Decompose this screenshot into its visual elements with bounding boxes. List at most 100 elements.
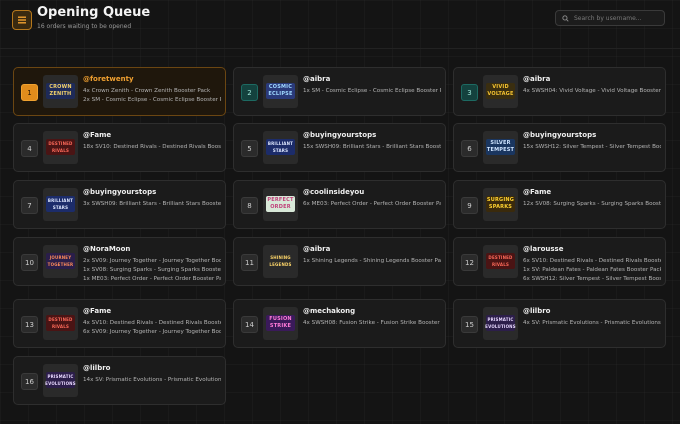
order-line-item: 3x SWSH09: Brilliant Stars - Brilliant S… — [83, 201, 221, 207]
pack-logo-text: DESTINED RIVALS — [488, 255, 513, 267]
queue-card[interactable]: 8 PERFECT ORDER @coolinsideyou 6x ME03: Per… — [233, 180, 446, 229]
queue-card[interactable]: 16 PRISMATIC EVOLUTIONS @lilbro 14x SV: Pri… — [13, 356, 226, 405]
booster-pack-image: DESTINED RIVALS — [43, 131, 78, 164]
queue-card[interactable]: 5 BRILLIANT STARS @buyingyourstops 15x SWSH… — [233, 123, 446, 172]
order-line-item: 6x SV09: Journey Together - Journey Toge… — [83, 329, 221, 335]
page-header: Opening Queue 16 orders waiting to be op… — [0, 0, 680, 40]
queue-card[interactable]: 1 CROWN ZENITH @foretwenty 4x Crown Zenith … — [13, 67, 226, 116]
pack-logo-text: DESTINED RIVALS — [48, 141, 73, 153]
pack-logo-text: JOURNEY TOGETHER — [47, 255, 74, 267]
order-line-item: 1x ME03: Perfect Order - Perfect Order B… — [83, 276, 221, 282]
order-username: @Fame — [523, 188, 552, 196]
order-username: @buyingyourstops — [303, 131, 377, 139]
queue-position-badge: 7 — [21, 197, 38, 214]
pack-logo-text: COSMIC ECLIPSE — [268, 84, 293, 97]
order-username: @NoraMoon — [83, 245, 131, 253]
booster-pack-image: BRILLIANT STARS — [43, 188, 78, 221]
order-line-item: 1x Shining Legends - Shining Legends Boo… — [303, 258, 441, 264]
queue-card[interactable]: 4 DESTINED RIVALS @Fame 18x SV10: Destined … — [13, 123, 226, 172]
queue-card[interactable]: 11 SHINING LEGENDS @aibra 1x Shining Legend… — [233, 237, 446, 286]
queue-card[interactable]: 14 FUSION STRIKE @mechakong 4x SWSH08: Fusi… — [233, 299, 446, 348]
booster-pack-image: VIVID VOLTAGE — [483, 75, 518, 108]
pack-logo-text: PERFECT ORDER — [267, 197, 294, 210]
booster-pack-image: COSMIC ECLIPSE — [263, 75, 298, 108]
order-line-item: 6x ME03: Perfect Order - Perfect Order B… — [303, 201, 441, 207]
order-line-item: 2x SM - Cosmic Eclipse - Cosmic Eclipse … — [83, 97, 221, 103]
queue-position-badge: 4 — [21, 140, 38, 157]
queue-card[interactable]: 7 BRILLIANT STARS @buyingyourstops 3x SWSH0… — [13, 180, 226, 229]
queue-card[interactable]: 12 DESTINED RIVALS @larousse 6x SV10: Desti… — [453, 237, 666, 286]
queue-position-badge: 10 — [21, 254, 38, 271]
pack-logo-text: SILVER TEMPEST — [486, 140, 515, 153]
queue-card[interactable]: 10 JOURNEY TOGETHER @NoraMoon 2x SV09: Jour… — [13, 237, 226, 286]
header-divider — [0, 48, 680, 49]
order-line-item: 6x SV10: Destined Rivals - Destined Riva… — [523, 258, 661, 264]
order-username: @larousse — [523, 245, 564, 253]
booster-pack-image: PRISMATIC EVOLUTIONS — [483, 307, 518, 340]
booster-pack-image: CROWN ZENITH — [43, 75, 78, 108]
order-username: @foretwenty — [83, 75, 134, 83]
order-username: @buyingyourstops — [83, 188, 157, 196]
pack-logo-text: SURGING SPARKS — [486, 197, 515, 210]
queue-position-badge: 11 — [241, 254, 258, 271]
queue-position-badge: 6 — [461, 140, 478, 157]
order-line-item: 2x SV09: Journey Together - Journey Toge… — [83, 258, 221, 264]
order-username: @coolinsideyou — [303, 188, 365, 196]
order-line-item: 4x SV10: Destined Rivals - Destined Riva… — [83, 320, 221, 326]
pack-logo-text: PRISMATIC EVOLUTIONS — [45, 374, 76, 386]
order-line-item: 4x SWSH08: Fusion Strike - Fusion Strike… — [303, 320, 441, 326]
queue-position-badge: 8 — [241, 197, 258, 214]
order-username: @lilbro — [523, 307, 551, 315]
pack-logo-text: BRILLIANT STARS — [267, 141, 294, 153]
order-line-item: 4x Crown Zenith - Crown Zenith Booster P… — [83, 88, 211, 94]
booster-pack-image: SHINING LEGENDS — [263, 245, 298, 278]
queue-position-badge: 14 — [241, 316, 258, 333]
booster-pack-image: JOURNEY TOGETHER — [43, 245, 78, 278]
queue-position-badge: 1 — [21, 84, 38, 101]
order-username: @aibra — [523, 75, 551, 83]
queue-card[interactable]: 3 VIVID VOLTAGE @aibra 4x SWSH04: Vivid Vol… — [453, 67, 666, 116]
queue-card[interactable]: 2 COSMIC ECLIPSE @aibra 1x SM - Cosmic Ecli… — [233, 67, 446, 116]
pack-logo-text: VIVID VOLTAGE — [487, 84, 514, 97]
queue-card[interactable]: 6 SILVER TEMPEST @buyingyourstops 15x SWSH1… — [453, 123, 666, 172]
queue-card[interactable]: 9 SURGING SPARKS @Fame 12x SV08: Surging Sp… — [453, 180, 666, 229]
order-username: @Fame — [83, 131, 112, 139]
booster-pack-image: SILVER TEMPEST — [483, 131, 518, 164]
search-box[interactable] — [555, 10, 665, 26]
queue-position-badge: 16 — [21, 373, 38, 390]
queue-position-badge: 3 — [461, 84, 478, 101]
page-title: Opening Queue — [37, 5, 151, 20]
queue-position-badge: 12 — [461, 254, 478, 271]
order-username: @lilbro — [83, 364, 111, 372]
search-input[interactable] — [574, 14, 664, 22]
order-line-item: 1x SV08: Surging Sparks - Surging Sparks… — [83, 267, 221, 273]
pack-logo-text: PRISMATIC EVOLUTIONS — [485, 317, 516, 329]
page-subtitle: 16 orders waiting to be opened — [37, 23, 132, 30]
order-username: @buyingyourstops — [523, 131, 597, 139]
order-line-item: 15x SWSH09: Brilliant Stars - Brilliant … — [303, 144, 441, 150]
queue-card[interactable]: 15 PRISMATIC EVOLUTIONS @lilbro 4x SV: Pris… — [453, 299, 666, 348]
pack-logo-text: BRILLIANT STARS — [47, 198, 74, 210]
queue-card[interactable]: 13 DESTINED RIVALS @Fame 4x SV10: Destined … — [13, 299, 226, 348]
order-username: @aibra — [303, 75, 331, 83]
queue-position-badge: 15 — [461, 316, 478, 333]
queue-position-badge: 9 — [461, 197, 478, 214]
order-username: @Fame — [83, 307, 112, 315]
order-username: @mechakong — [303, 307, 356, 315]
queue-position-badge: 13 — [21, 316, 38, 333]
order-line-item: 18x SV10: Destined Rivals - Destined Riv… — [83, 144, 221, 150]
order-line-item: 1x SM - Cosmic Eclipse - Cosmic Eclipse … — [303, 88, 441, 94]
queue-position-badge: 2 — [241, 84, 258, 101]
pack-logo-text: DESTINED RIVALS — [48, 317, 73, 329]
order-line-item: 6x SWSH12: Silver Tempest - Silver Tempe… — [523, 276, 661, 282]
queue-position-badge: 5 — [241, 140, 258, 157]
booster-pack-image: FUSION STRIKE — [263, 307, 298, 340]
order-line-item: 12x SV08: Surging Sparks - Surging Spark… — [523, 201, 661, 207]
pack-logo-text: SHINING LEGENDS — [269, 255, 292, 267]
order-line-item: 14x SV: Prismatic Evolutions - Prismatic… — [83, 377, 221, 383]
pack-logo-text: CROWN ZENITH — [49, 84, 72, 97]
booster-pack-image: BRILLIANT STARS — [263, 131, 298, 164]
booster-pack-image: SURGING SPARKS — [483, 188, 518, 221]
order-line-item: 15x SWSH12: Silver Tempest - Silver Temp… — [523, 144, 661, 150]
search-icon — [562, 14, 569, 22]
